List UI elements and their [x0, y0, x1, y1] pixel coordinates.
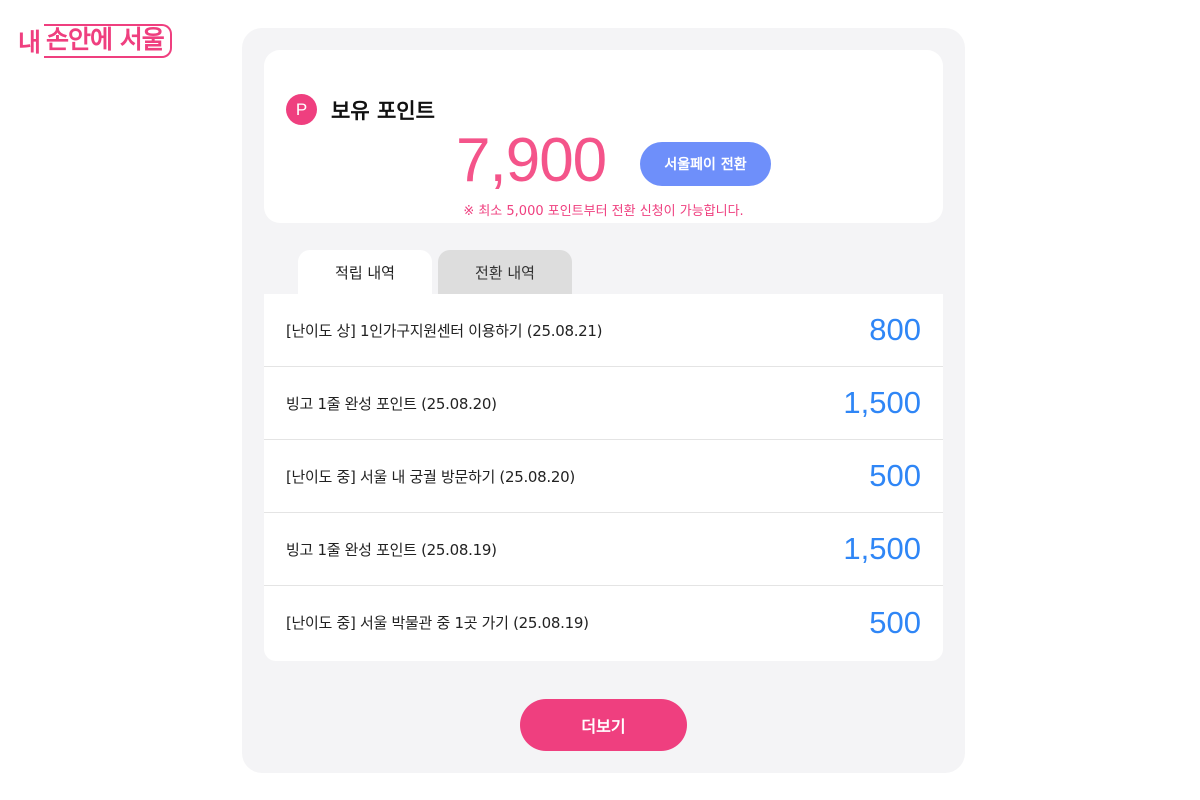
summary-title: 보유 포인트: [331, 98, 435, 123]
list-item: 빙고 1줄 완성 포인트 (25.08.19) 1,500: [264, 513, 943, 586]
history-label: [난이도 중] 서울 내 궁궐 방문하기 (25.08.20): [286, 467, 575, 486]
load-more-button[interactable]: 더보기: [520, 699, 687, 751]
history-label: 빙고 1줄 완성 포인트 (25.08.20): [286, 394, 497, 413]
history-label: 빙고 1줄 완성 포인트 (25.08.19): [286, 540, 497, 559]
point-icon: P: [286, 94, 317, 125]
points-balance: 7,900: [456, 126, 607, 195]
points-panel: P 보유 포인트 7,900 서울페이 전환 ※ 최소 5,000 포인트부터 …: [242, 28, 965, 773]
seoulpay-convert-button[interactable]: 서울페이 전환: [640, 142, 771, 186]
conversion-notice: ※ 최소 5,000 포인트부터 전환 신청이 가능합니다.: [463, 204, 744, 219]
history-points: 500: [869, 604, 921, 640]
tab-earned-history[interactable]: 적립 내역: [298, 250, 432, 294]
history-points: 500: [869, 458, 921, 493]
history-label: [난이도 상] 1인가구지원센터 이용하기 (25.08.21): [286, 321, 603, 340]
list-item: [난이도 중] 서울 박물관 중 1곳 가기 (25.08.19) 500: [264, 586, 943, 659]
tab-converted-history[interactable]: 전환 내역: [438, 250, 572, 294]
history-points: 800: [869, 312, 921, 347]
history-points: 1,500: [843, 531, 921, 566]
history-list: [난이도 상] 1인가구지원센터 이용하기 (25.08.21) 800 빙고 …: [264, 294, 943, 661]
points-summary-card: P 보유 포인트 7,900 서울페이 전환 ※ 최소 5,000 포인트부터 …: [264, 50, 943, 223]
history-points: 1,500: [843, 385, 921, 420]
history-label: [난이도 중] 서울 박물관 중 1곳 가기 (25.08.19): [286, 614, 589, 632]
app-logo[interactable]: 내 손안에 서울: [18, 24, 172, 58]
logo-prefix: 내: [18, 28, 41, 57]
list-item: [난이도 중] 서울 내 궁궐 방문하기 (25.08.20) 500: [264, 440, 943, 513]
list-item: 빙고 1줄 완성 포인트 (25.08.20) 1,500: [264, 367, 943, 440]
logo-boxed-text: 손안에 서울: [44, 24, 172, 58]
list-item: [난이도 상] 1인가구지원센터 이용하기 (25.08.21) 800: [264, 294, 943, 367]
